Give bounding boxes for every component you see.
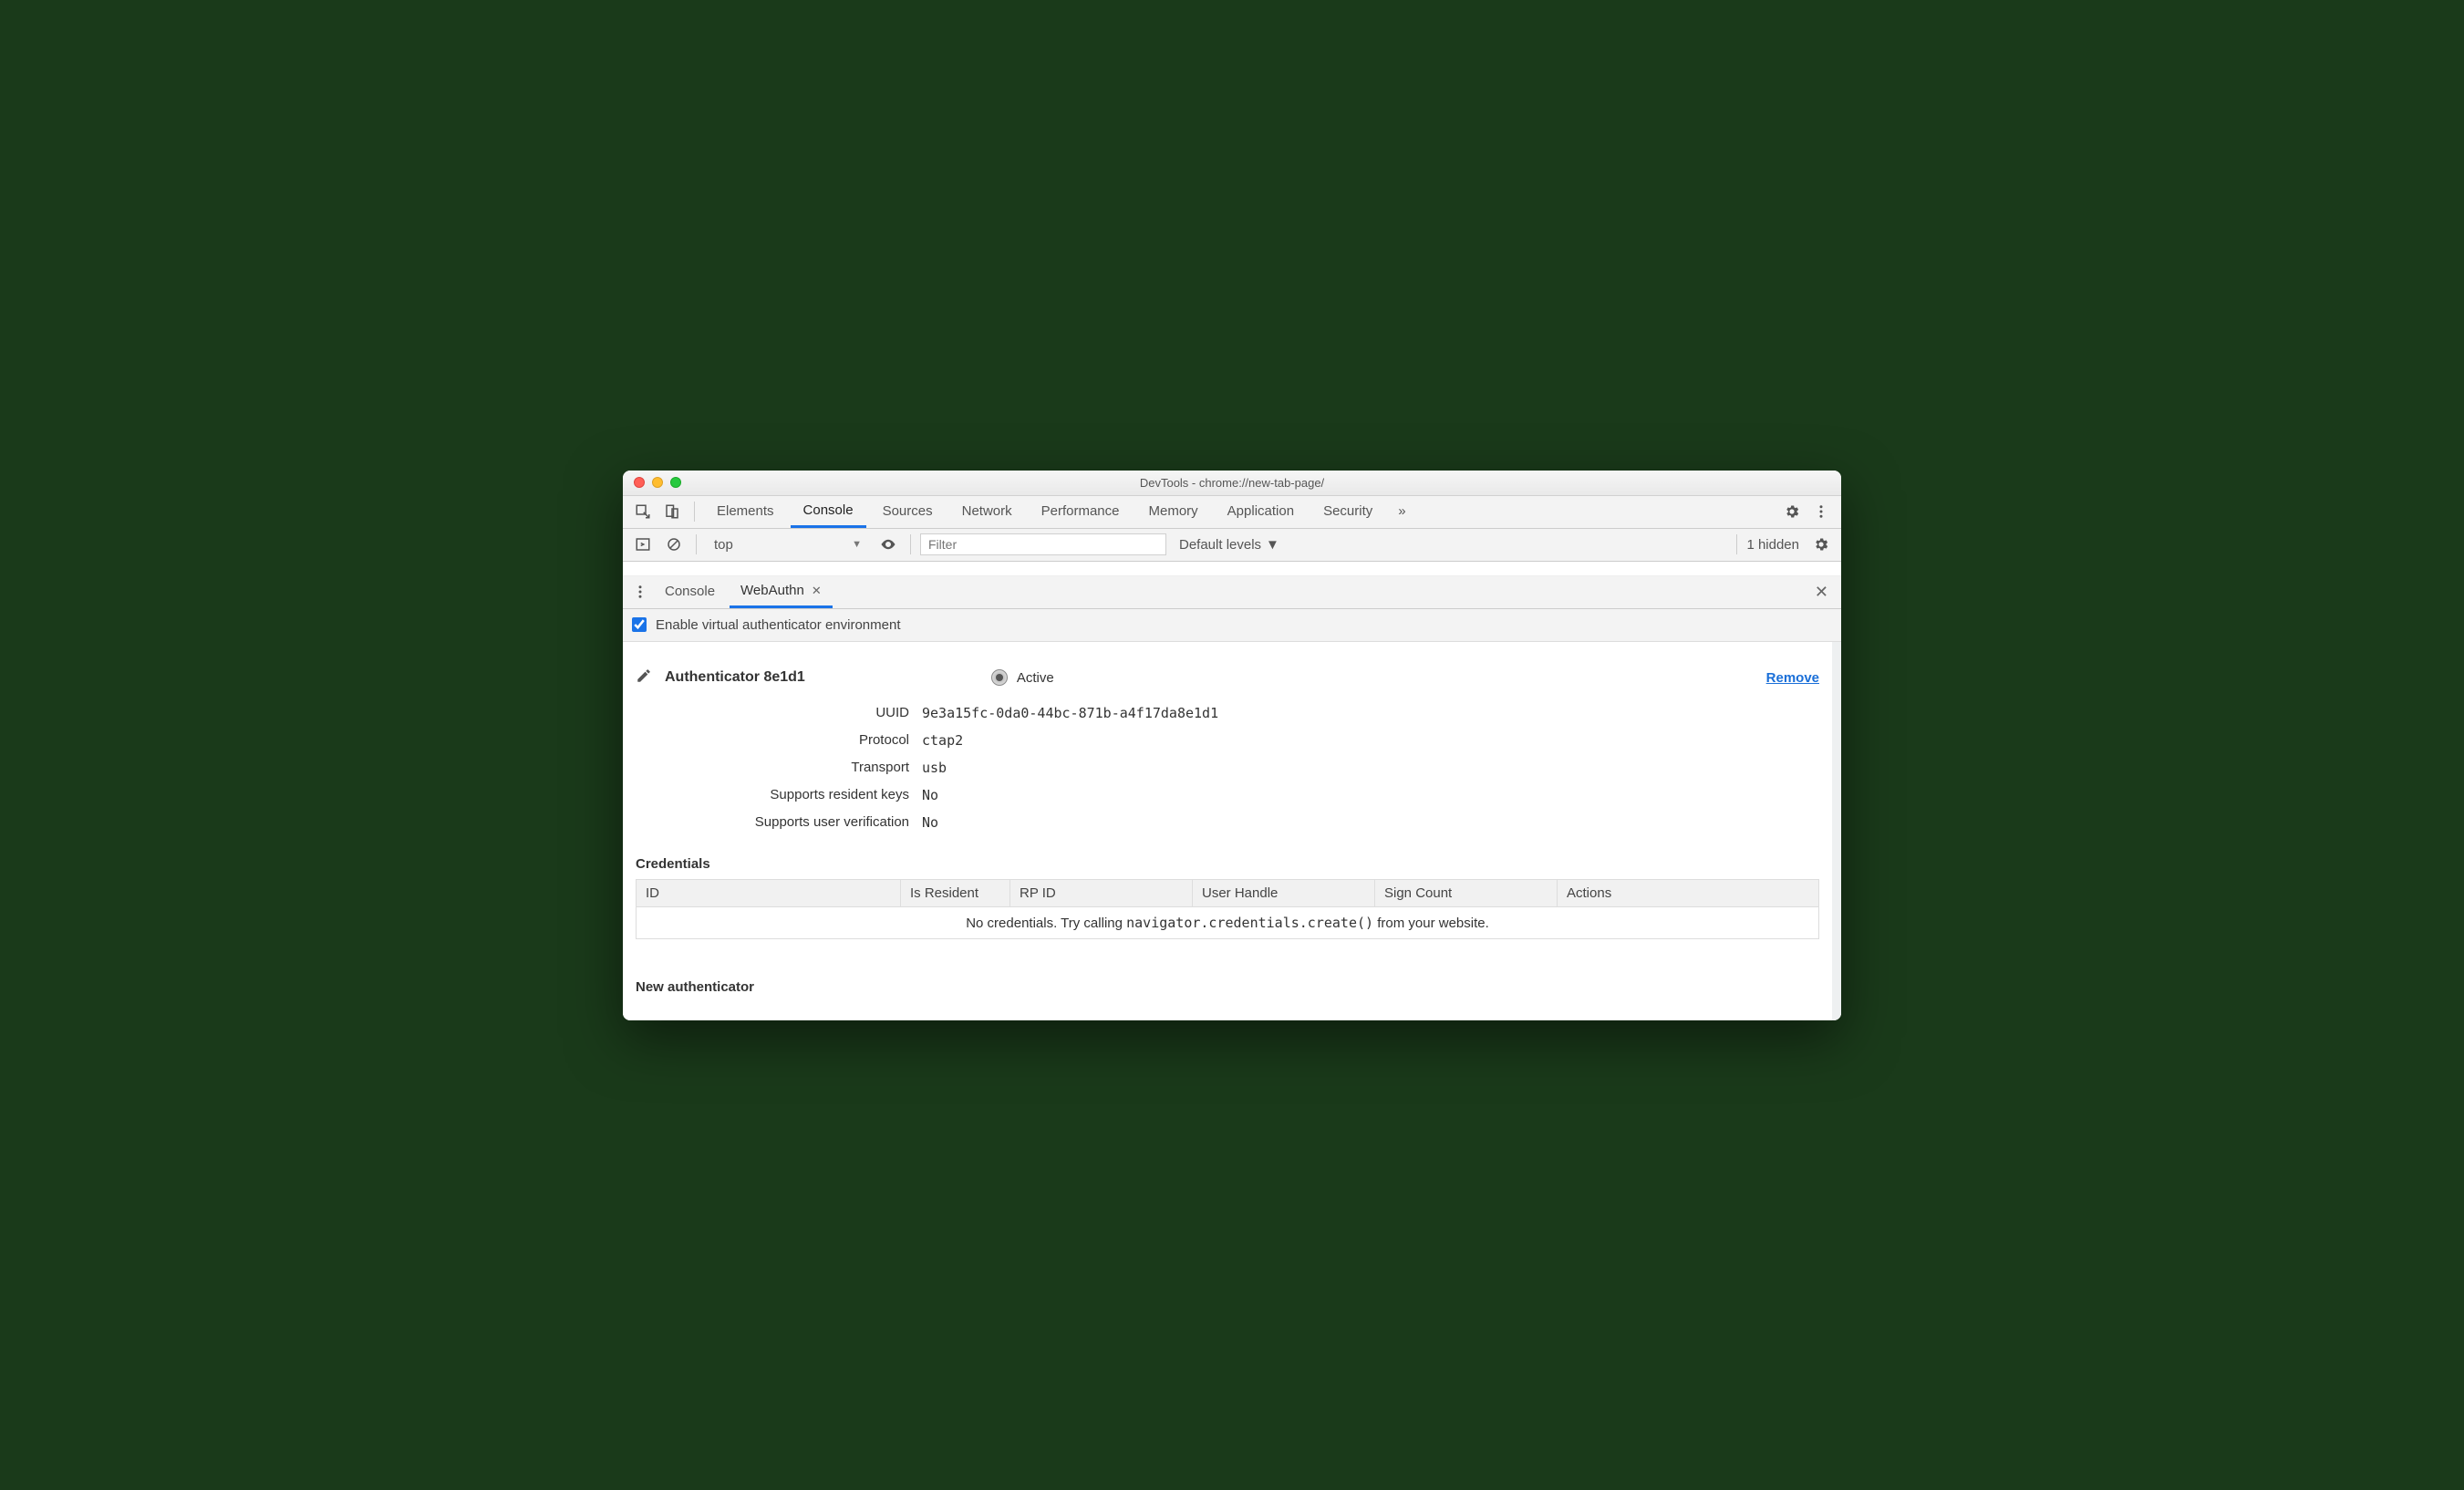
divider: [1736, 534, 1737, 554]
protocol-value: ctap2: [922, 732, 1819, 749]
transport-value: usb: [922, 760, 1819, 776]
console-output-area: [623, 562, 1841, 576]
tab-label: Elements: [717, 503, 774, 519]
tab-label: Performance: [1041, 503, 1120, 519]
uuid-label: UUID: [636, 705, 909, 721]
execution-context-select[interactable]: top ▼: [706, 533, 870, 556]
titlebar: DevTools - chrome://new-tab-page/: [623, 471, 1841, 496]
tab-label: Memory: [1149, 503, 1198, 519]
window-zoom-button[interactable]: [670, 477, 681, 488]
divider: [694, 502, 695, 522]
col-sign-count: Sign Count: [1375, 879, 1558, 906]
traffic-lights: [623, 477, 681, 488]
credentials-table: ID Is Resident RP ID User Handle Sign Co…: [636, 879, 1819, 939]
drawer-tab-label: WebAuthn: [740, 583, 804, 598]
credentials-empty-cell: No credentials. Try calling navigator.cr…: [637, 906, 1819, 938]
divider: [910, 534, 911, 554]
enable-virtual-auth-checkbox[interactable]: [632, 617, 647, 632]
col-is-resident: Is Resident: [901, 879, 1010, 906]
tab-memory[interactable]: Memory: [1136, 496, 1211, 528]
clear-console-icon[interactable]: [661, 532, 687, 557]
authenticator-details: UUID 9e3a15fc-0da0-44bc-871b-a4f17da8e1d…: [636, 705, 1819, 831]
caret-down-icon: ▼: [852, 539, 862, 550]
table-header-row: ID Is Resident RP ID User Handle Sign Co…: [637, 879, 1819, 906]
credentials-section-title: Credentials: [636, 856, 1819, 872]
kebab-menu-icon[interactable]: [1808, 499, 1834, 524]
webauthn-panel: Authenticator 8e1d1 Active Remove UUID 9…: [623, 642, 1841, 1020]
enable-virtual-auth-row: Enable virtual authenticator environment: [623, 609, 1841, 642]
console-toolbar: top ▼ Default levels ▼ 1 hidden: [623, 529, 1841, 562]
console-sidebar-toggle-icon[interactable]: [630, 532, 656, 557]
active-radio[interactable]: [991, 669, 1008, 686]
remove-authenticator-link[interactable]: Remove: [1766, 670, 1819, 686]
drawer-kebab-menu-icon[interactable]: [630, 579, 650, 605]
uuid-value: 9e3a15fc-0da0-44bc-871b-a4f17da8e1d1: [922, 705, 1819, 721]
close-icon[interactable]: ✕: [812, 584, 822, 598]
col-user-handle: User Handle: [1193, 879, 1375, 906]
drawer-close-icon[interactable]: ✕: [1809, 583, 1834, 602]
log-levels-select[interactable]: Default levels ▼: [1179, 537, 1279, 553]
console-settings-gear-icon[interactable]: [1808, 532, 1834, 557]
active-radio-label: Active: [1017, 670, 1054, 686]
drawer-tab-console[interactable]: Console: [654, 576, 726, 608]
console-filter-input[interactable]: [920, 533, 1166, 555]
tab-security[interactable]: Security: [1310, 496, 1385, 528]
devtools-window: DevTools - chrome://new-tab-page/ Elemen…: [623, 471, 1841, 1020]
resident-keys-value: No: [922, 787, 1819, 803]
col-rp-id: RP ID: [1010, 879, 1193, 906]
transport-label: Transport: [636, 760, 909, 776]
caret-down-icon: ▼: [1266, 537, 1279, 553]
tab-application[interactable]: Application: [1215, 496, 1307, 528]
inspect-element-icon[interactable]: [630, 499, 656, 524]
active-radio-group: Active: [991, 669, 1054, 686]
empty-prefix: No credentials. Try calling: [966, 916, 1126, 931]
col-actions: Actions: [1558, 879, 1819, 906]
user-verification-label: Supports user verification: [636, 814, 909, 831]
tab-sources[interactable]: Sources: [870, 496, 946, 528]
tab-label: Application: [1227, 503, 1294, 519]
chevron-double-right-icon: »: [1398, 503, 1405, 519]
tab-label: Sources: [883, 503, 933, 519]
resident-keys-label: Supports resident keys: [636, 787, 909, 803]
tab-network[interactable]: Network: [949, 496, 1025, 528]
settings-gear-icon[interactable]: [1779, 499, 1805, 524]
tab-performance[interactable]: Performance: [1029, 496, 1133, 528]
enable-virtual-auth-label: Enable virtual authenticator environment: [656, 617, 901, 633]
execution-context-value: top: [714, 537, 733, 553]
edit-pencil-icon[interactable]: [636, 667, 652, 688]
hidden-messages-count[interactable]: 1 hidden: [1746, 537, 1799, 553]
authenticator-header: Authenticator 8e1d1 Active Remove: [636, 658, 1819, 705]
tab-elements[interactable]: Elements: [704, 496, 787, 528]
empty-suffix: from your website.: [1373, 916, 1489, 931]
device-toggle-icon[interactable]: [659, 499, 685, 524]
user-verification-value: No: [922, 814, 1819, 831]
tab-label: Security: [1323, 503, 1372, 519]
main-tabs: Elements Console Sources Network Perform…: [623, 496, 1841, 529]
tab-label: Console: [803, 502, 854, 518]
tab-label: Network: [962, 503, 1012, 519]
protocol-label: Protocol: [636, 732, 909, 749]
window-minimize-button[interactable]: [652, 477, 663, 488]
drawer-tabs: Console WebAuthn ✕ ✕: [623, 576, 1841, 609]
window-close-button[interactable]: [634, 477, 645, 488]
drawer-tab-label: Console: [665, 584, 715, 599]
empty-code: navigator.credentials.create(): [1126, 915, 1373, 931]
drawer-tab-webauthn[interactable]: WebAuthn ✕: [730, 576, 833, 608]
col-id: ID: [637, 879, 901, 906]
divider: [696, 534, 697, 554]
new-authenticator-title: New authenticator: [636, 979, 1819, 995]
tabs-overflow-button[interactable]: »: [1389, 496, 1414, 528]
tab-console[interactable]: Console: [791, 496, 866, 528]
authenticator-title: Authenticator 8e1d1: [665, 669, 805, 686]
window-title: DevTools - chrome://new-tab-page/: [623, 476, 1841, 490]
live-expression-eye-icon[interactable]: [875, 532, 901, 557]
log-levels-label: Default levels: [1179, 537, 1261, 553]
table-row-empty: No credentials. Try calling navigator.cr…: [637, 906, 1819, 938]
